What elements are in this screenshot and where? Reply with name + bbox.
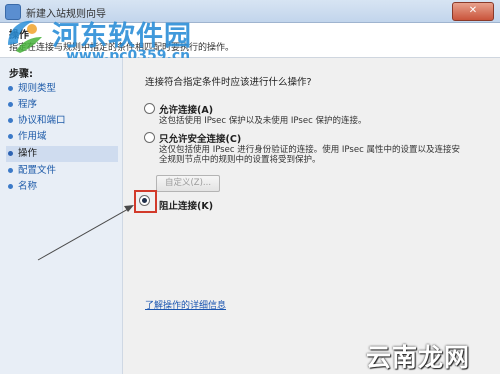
secure-connection-radio[interactable] [144, 132, 155, 143]
sidebar-item-scope[interactable]: 作用域 [6, 129, 118, 145]
main-panel: 连接符合指定条件时应该进行什么操作? 允许连接(A) 这包括使用 IPsec 保… [123, 58, 500, 374]
steps-sidebar: 步骤: 规则类型 程序 协议和端口 作用域 操作 配置文件 名称 [0, 58, 123, 374]
allow-connection-label[interactable]: 允许连接(A) [159, 102, 213, 116]
step-bullet-icon [8, 133, 13, 139]
step-bullet-icon [8, 117, 13, 123]
allow-connection-description: 这包括使用 IPsec 保护以及未使用 IPsec 保护的连接。 [159, 116, 367, 126]
sidebar-item-label: 名称 [18, 181, 38, 192]
sidebar-item-action[interactable]: 操作 [6, 146, 118, 162]
step-bullet-icon [8, 101, 13, 107]
sidebar-item-label: 操作 [18, 148, 38, 159]
sidebar-item-protocol-ports[interactable]: 协议和端口 [6, 113, 118, 129]
allow-connection-radio[interactable] [144, 103, 155, 114]
action-question: 连接符合指定条件时应该进行什么操作? [145, 77, 312, 88]
block-connection-radio[interactable] [139, 195, 150, 206]
step-bullet-icon [8, 85, 13, 91]
sidebar-item-label: 协议和端口 [18, 115, 66, 126]
step-bullet-icon [8, 150, 13, 156]
sidebar-item-label: 程序 [18, 99, 38, 110]
secure-connection-description-2: 全规则节点中的规则中的设置将受到保护。 [159, 155, 321, 165]
sidebar-item-rule-type[interactable]: 规则类型 [6, 81, 118, 97]
watermark-logo-icon [8, 20, 42, 53]
steps-label: 步骤: [9, 69, 33, 80]
secure-connection-description-1: 这仅包括使用 IPsec 进行身份验证的连接。使用 IPsec 属性中的设置以及… [159, 145, 460, 155]
sidebar-item-label: 规则类型 [18, 83, 57, 94]
sidebar-item-label: 作用域 [18, 131, 47, 142]
watermark-bottom-text: 云南龙网 [366, 343, 471, 372]
step-bullet-icon [8, 183, 13, 189]
close-button[interactable]: ✕ [452, 2, 494, 21]
block-connection-label[interactable]: 阻止连接(K) [159, 198, 213, 212]
sidebar-item-program[interactable]: 程序 [6, 97, 118, 113]
secure-connection-label[interactable]: 只允许安全连接(C) [159, 131, 241, 145]
sidebar-item-profile[interactable]: 配置文件 [6, 163, 118, 179]
sidebar-item-name[interactable]: 名称 [6, 179, 118, 195]
learn-more-link[interactable]: 了解操作的详细信息 [145, 298, 226, 311]
customize-button[interactable]: 自定义(Z)... [156, 175, 220, 192]
step-bullet-icon [8, 167, 13, 173]
sidebar-item-label: 配置文件 [18, 165, 57, 176]
